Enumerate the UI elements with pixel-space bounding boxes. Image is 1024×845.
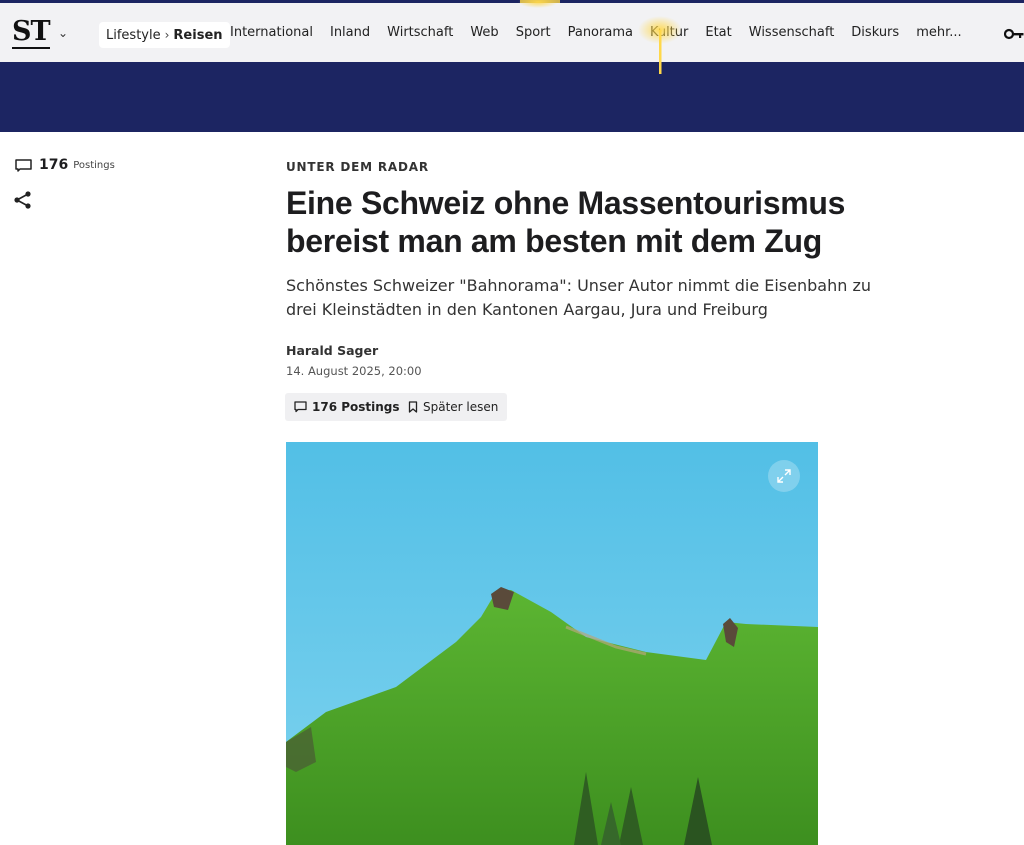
expand-image-button[interactable] (768, 460, 800, 492)
article-headline: Eine Schweiz ohne Massentourismus bereis… (286, 185, 846, 259)
nav-item-etat[interactable]: Etat (705, 25, 731, 40)
mountain-landscape-image (286, 442, 818, 845)
hero-image (286, 442, 818, 845)
share-icon[interactable] (13, 190, 33, 210)
nav-item-mehr[interactable]: mehr... (916, 25, 961, 40)
key-icon[interactable] (1004, 27, 1024, 41)
bookmark-icon (408, 401, 418, 413)
article-author[interactable]: Harald Sager (286, 343, 378, 358)
nav-item-international[interactable]: International (230, 25, 313, 40)
chevron-down-icon[interactable]: ⌄ (58, 26, 68, 40)
breadcrumb-current[interactable]: Reisen (173, 28, 222, 43)
read-later-button[interactable]: Später lesen (399, 393, 508, 421)
nav-item-web[interactable]: Web (470, 25, 498, 40)
article-kicker: UNTER DEM RADAR (286, 160, 429, 174)
postings-button[interactable]: 176 Postings (285, 393, 409, 421)
top-navigation: ST ⌄ Lifestyle › Reisen International In… (0, 0, 1024, 62)
article-lede: Schönstes Schweizer "Bahnorama": Unser A… (286, 276, 871, 319)
nav-item-diskurs[interactable]: Diskurs (851, 25, 899, 40)
comment-icon (294, 401, 307, 413)
postings-button-label: 176 Postings (312, 400, 400, 414)
expand-icon (777, 469, 791, 483)
postings-label: Postings (73, 159, 115, 171)
nav-item-wissenschaft[interactable]: Wissenschaft (749, 25, 835, 40)
comment-icon (15, 159, 32, 172)
breadcrumb: Lifestyle › Reisen (99, 22, 230, 48)
article-date: 14. August 2025, 20:00 (286, 364, 422, 378)
brand-banner (0, 62, 1024, 132)
rail-postings-link[interactable]: 176 Postings (15, 157, 115, 173)
nav-item-sport[interactable]: Sport (516, 25, 551, 40)
nav-item-panorama[interactable]: Panorama (568, 25, 633, 40)
nav-item-inland[interactable]: Inland (330, 25, 370, 40)
chevron-right-icon: › (164, 28, 170, 42)
nav-item-wirtschaft[interactable]: Wirtschaft (387, 25, 453, 40)
section-nav: International Inland Wirtschaft Web Spor… (230, 25, 979, 40)
site-logo[interactable]: ST (12, 17, 51, 49)
postings-count: 176 (39, 157, 69, 173)
read-later-label: Später lesen (423, 400, 499, 414)
breadcrumb-parent[interactable]: Lifestyle (106, 28, 161, 43)
nav-item-kultur[interactable]: Kultur (650, 25, 688, 40)
